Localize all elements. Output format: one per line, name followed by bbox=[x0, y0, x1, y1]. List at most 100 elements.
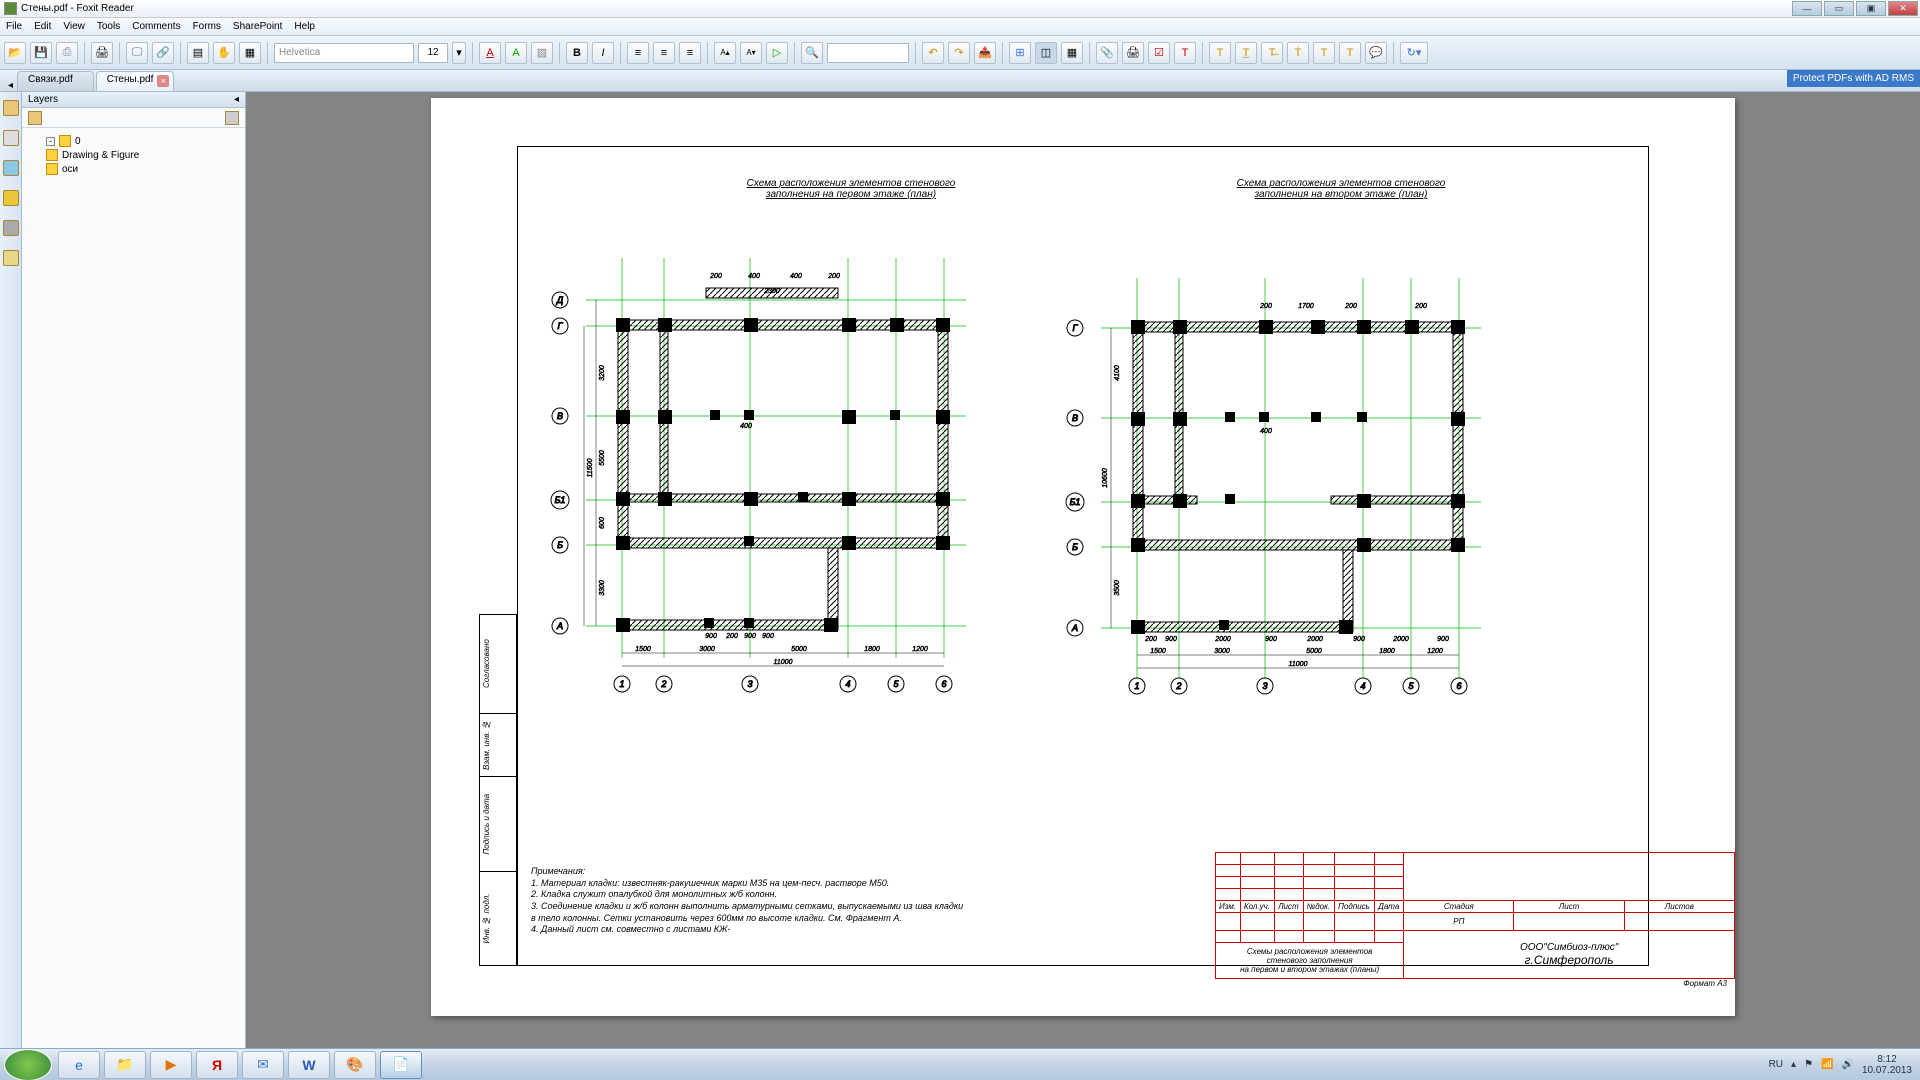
select-icon[interactable]: ▦ bbox=[239, 42, 261, 64]
restore-button[interactable]: ▭ bbox=[1824, 1, 1854, 16]
next-icon[interactable]: ↷ bbox=[948, 42, 970, 64]
expand-icon[interactable]: - bbox=[46, 137, 55, 146]
menu-file[interactable]: File bbox=[6, 21, 22, 32]
menu-forms[interactable]: Forms bbox=[193, 21, 221, 32]
sub-icon[interactable]: A▾ bbox=[740, 42, 762, 64]
link-icon[interactable]: 🔗 bbox=[152, 42, 174, 64]
svg-text:4: 4 bbox=[1360, 681, 1365, 691]
menu-comments[interactable]: Comments bbox=[132, 21, 180, 32]
floor-plan-1: 1 2 3 4 5 6 Д Г В Б1 Б А bbox=[536, 228, 1002, 698]
svg-text:1800: 1800 bbox=[1379, 648, 1395, 655]
layers-icon[interactable] bbox=[3, 160, 19, 176]
panel-collapse-icon[interactable]: ◂ bbox=[234, 94, 239, 105]
minimize-button[interactable]: — bbox=[1792, 1, 1822, 16]
align-left-icon[interactable]: ≡ bbox=[627, 42, 649, 64]
export-icon[interactable]: 📤 bbox=[974, 42, 996, 64]
clock[interactable]: 8:1210.07.2013 bbox=[1862, 1054, 1912, 1076]
taskbar-paint[interactable]: 🎨 bbox=[334, 1051, 376, 1079]
tab-close-icon[interactable]: × bbox=[157, 75, 169, 87]
layers-options-icon[interactable] bbox=[225, 111, 239, 125]
italic-icon[interactable]: I bbox=[592, 42, 614, 64]
maximize-button[interactable]: ▣ bbox=[1856, 1, 1886, 16]
t3-icon[interactable]: T̶ bbox=[1261, 42, 1283, 64]
size-spin[interactable]: ▾ bbox=[452, 42, 466, 64]
screen-icon[interactable]: 🖵 bbox=[126, 42, 148, 64]
taskbar-explorer[interactable]: 📁 bbox=[104, 1051, 146, 1079]
tray-volume-icon[interactable]: 🔊 bbox=[1841, 1059, 1853, 1070]
bookmark-icon[interactable] bbox=[3, 100, 19, 116]
size-select[interactable] bbox=[418, 43, 448, 63]
menu-view[interactable]: View bbox=[63, 21, 85, 32]
svg-text:А: А bbox=[1071, 623, 1078, 633]
highlight-icon[interactable]: A bbox=[505, 42, 527, 64]
save-all-icon[interactable]: ⎙ bbox=[56, 42, 78, 64]
tab-svyazi[interactable]: Связи.pdf bbox=[17, 71, 94, 91]
pdf-viewer[interactable]: Согласовано Взам. инв. № Подпись и дата … bbox=[246, 92, 1920, 1048]
layer-toggle[interactable] bbox=[46, 163, 58, 175]
taskbar-mail[interactable]: ✉ bbox=[242, 1051, 284, 1079]
layer-toggle[interactable] bbox=[59, 135, 71, 147]
attach-icon[interactable]: 📎 bbox=[1096, 42, 1118, 64]
ruler-icon[interactable]: ▦ bbox=[1061, 42, 1083, 64]
play-icon[interactable]: ▷ bbox=[766, 42, 788, 64]
align-right-icon[interactable]: ≡ bbox=[679, 42, 701, 64]
check-icon[interactable]: ☑ bbox=[1148, 42, 1170, 64]
menu-edit[interactable]: Edit bbox=[34, 21, 51, 32]
menu-tools[interactable]: Tools bbox=[97, 21, 120, 32]
share-icon[interactable]: ↻▾ bbox=[1400, 42, 1428, 64]
comment-icon[interactable]: 💬 bbox=[1365, 42, 1387, 64]
page-icon[interactable]: ▤ bbox=[187, 42, 209, 64]
save-icon[interactable]: 💾 bbox=[30, 42, 52, 64]
comments-icon[interactable] bbox=[3, 190, 19, 206]
print-icon[interactable]: 🖨 bbox=[91, 42, 113, 64]
lang-indicator[interactable]: RU bbox=[1769, 1059, 1783, 1070]
hand-icon[interactable]: ✋ bbox=[213, 42, 235, 64]
layer-node[interactable]: -0 bbox=[26, 134, 241, 148]
attachments-icon[interactable] bbox=[3, 220, 19, 236]
font-select[interactable] bbox=[274, 43, 414, 63]
svg-text:2000: 2000 bbox=[1214, 636, 1231, 643]
t1-icon[interactable]: T bbox=[1209, 42, 1231, 64]
redact-icon[interactable]: ▨ bbox=[531, 42, 553, 64]
start-button[interactable] bbox=[4, 1049, 52, 1080]
taskbar-word[interactable]: W bbox=[288, 1051, 330, 1079]
t5-icon[interactable]: T bbox=[1313, 42, 1335, 64]
t6-icon[interactable]: T bbox=[1339, 42, 1361, 64]
t4-icon[interactable]: Ṫ bbox=[1287, 42, 1309, 64]
find-input[interactable] bbox=[827, 43, 909, 63]
pages-icon[interactable] bbox=[3, 130, 19, 146]
sign-icon[interactable] bbox=[3, 250, 19, 266]
taskbar-wmp[interactable]: ▶ bbox=[150, 1051, 192, 1079]
taskbar-yandex[interactable]: Я bbox=[196, 1051, 238, 1079]
tray-network-icon[interactable]: 📶 bbox=[1821, 1059, 1833, 1070]
tray-flag-icon[interactable]: ⚑ bbox=[1804, 1059, 1813, 1070]
layer-node[interactable]: Drawing & Figure bbox=[26, 148, 241, 162]
svg-text:200: 200 bbox=[1259, 303, 1272, 310]
grid-icon[interactable]: ⊞ bbox=[1009, 42, 1031, 64]
t2-icon[interactable]: T̲ bbox=[1235, 42, 1257, 64]
text-icon[interactable]: T bbox=[1174, 42, 1196, 64]
tray-up-icon[interactable]: ▴ bbox=[1791, 1059, 1796, 1070]
taskbar-ie[interactable]: e bbox=[58, 1051, 100, 1079]
protect-banner[interactable]: Protect PDFs with AD RMS bbox=[1787, 70, 1920, 87]
print2-icon[interactable]: 🖨 bbox=[1122, 42, 1144, 64]
tab-steny[interactable]: Стены.pdf× bbox=[96, 71, 175, 91]
textcolor-icon[interactable]: A bbox=[479, 42, 501, 64]
prev-icon[interactable]: ↶ bbox=[922, 42, 944, 64]
snap-icon[interactable]: ◫ bbox=[1035, 42, 1057, 64]
menu-help[interactable]: Help bbox=[294, 21, 315, 32]
layer-node[interactable]: оси bbox=[26, 162, 241, 176]
svg-text:1: 1 bbox=[1134, 681, 1139, 691]
tab-prev[interactable]: ◂ bbox=[8, 80, 13, 91]
layer-toggle[interactable] bbox=[46, 149, 58, 161]
align-center-icon[interactable]: ≡ bbox=[653, 42, 675, 64]
close-button[interactable]: ✕ bbox=[1888, 1, 1918, 16]
svg-text:11500: 11500 bbox=[587, 458, 594, 477]
open-icon[interactable]: 📂 bbox=[4, 42, 26, 64]
sup-icon[interactable]: A▴ bbox=[714, 42, 736, 64]
bold-icon[interactable]: B bbox=[566, 42, 588, 64]
menu-sharepoint[interactable]: SharePoint bbox=[233, 21, 282, 32]
find-icon[interactable]: 🔍 bbox=[801, 42, 823, 64]
layers-expand-icon[interactable] bbox=[28, 111, 42, 125]
taskbar-foxit[interactable]: 📄 bbox=[380, 1051, 422, 1079]
